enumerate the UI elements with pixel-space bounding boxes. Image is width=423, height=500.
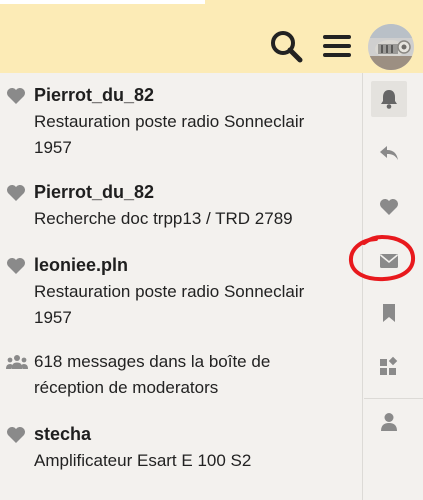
tab-messages[interactable]	[371, 243, 407, 279]
notification-item[interactable]: leoniee.pln Restauration poste radio Son…	[0, 253, 362, 333]
notification-text-line: 1957	[34, 308, 72, 327]
notification-tabs-rail	[364, 73, 423, 500]
tab-all-notifications[interactable]	[371, 81, 407, 117]
heart-icon	[6, 87, 26, 105]
notification-text-line: Restauration poste radio Sonneclair	[34, 282, 305, 301]
search-icon	[271, 31, 303, 63]
menu-button[interactable]	[317, 26, 357, 66]
user-icon	[381, 413, 397, 431]
envelope-icon	[379, 254, 399, 268]
user-avatar[interactable]	[368, 24, 414, 70]
notification-item[interactable]: Pierrot_du_82 Recherche doc trpp13 / TRD…	[0, 180, 362, 236]
header-bar	[0, 0, 423, 73]
rail-divider	[364, 398, 423, 399]
notification-text-line: Amplificateur Esart E 100 S2	[34, 451, 252, 470]
widgets-icon	[380, 356, 398, 375]
heart-icon	[6, 426, 26, 444]
heart-icon	[380, 199, 398, 215]
reply-icon	[380, 146, 398, 160]
notification-text-line: Recherche doc trpp13 / TRD 2789	[34, 209, 293, 228]
tab-bookmarks[interactable]	[371, 295, 407, 331]
bookmark-icon	[383, 304, 395, 322]
notification-text: 618 messages dans la boîte de réception …	[34, 349, 354, 401]
search-button[interactable]	[266, 26, 306, 66]
notification-list: Pierrot_du_82 Restauration poste radio S…	[0, 73, 363, 500]
notification-text-line: 618 messages dans la boîte de	[34, 352, 271, 371]
notification-text-line: 1957	[34, 138, 72, 157]
users-icon	[6, 354, 28, 372]
notification-item[interactable]: 618 messages dans la boîte de réception …	[0, 349, 362, 405]
tab-likes[interactable]	[371, 189, 407, 225]
notification-text: Restauration poste radio Sonneclair 1957	[34, 279, 354, 331]
notification-text-line: Restauration poste radio Sonneclair	[34, 112, 305, 131]
notification-text: Restauration poste radio Sonneclair 1957	[34, 109, 354, 161]
heart-icon	[6, 257, 26, 275]
notification-text-line: réception de moderators	[34, 378, 219, 397]
notification-username: stecha	[34, 424, 92, 444]
notification-username: Pierrot_du_82	[34, 85, 155, 105]
notification-item[interactable]: stecha Amplificateur Esart E 100 S2	[0, 422, 362, 478]
notification-text: Amplificateur Esart E 100 S2	[34, 448, 354, 474]
notification-username: Pierrot_du_82	[34, 182, 155, 202]
heart-icon	[6, 184, 26, 202]
tab-profile[interactable]	[371, 404, 407, 440]
header-top-strip	[0, 0, 205, 4]
notification-item[interactable]: Pierrot_du_82 Restauration poste radio S…	[0, 83, 362, 163]
hamburger-menu-icon	[323, 35, 351, 57]
notification-text: Recherche doc trpp13 / TRD 2789	[34, 206, 354, 232]
tab-replies[interactable]	[371, 135, 407, 171]
notification-username: leoniee.pln	[34, 255, 129, 275]
tab-other[interactable]	[371, 348, 407, 384]
bell-icon	[381, 90, 397, 109]
